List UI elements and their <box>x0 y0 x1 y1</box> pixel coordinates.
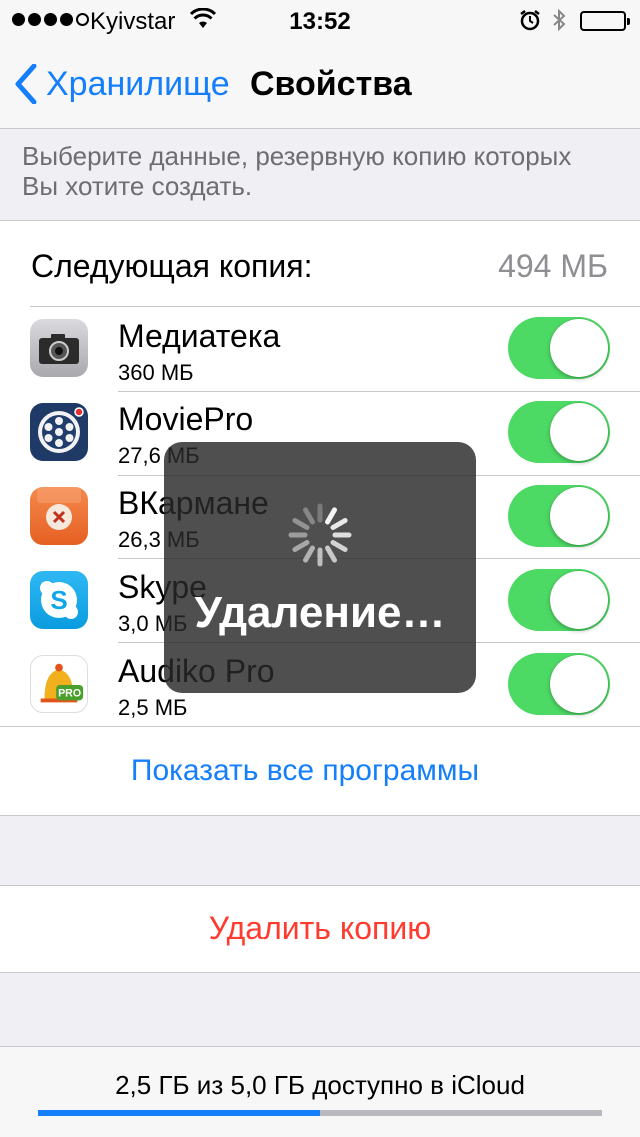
chevron-left-icon <box>15 64 37 104</box>
app-size: 2,5 МБ <box>118 695 188 720</box>
alarm-icon <box>519 9 541 38</box>
vkarmane-icon <box>30 487 88 545</box>
status-bar: Kyivstar 13:52 <box>0 0 640 40</box>
clock: 13:52 <box>289 8 351 35</box>
next-backup-label: Следующая копия: <box>31 248 313 284</box>
spinner-spoke <box>292 540 310 552</box>
camera-icon <box>30 319 88 377</box>
hud-message: Удаление… <box>194 588 446 637</box>
backup-toggle[interactable] <box>508 653 610 715</box>
next-backup-size: 494 МБ <box>498 248 608 284</box>
row-separator <box>0 726 640 727</box>
spinner-spoke <box>330 540 348 552</box>
bluetooth-icon <box>551 8 567 39</box>
spinner-spoke <box>325 507 337 525</box>
app-name: Медиатека <box>118 318 281 354</box>
spinner-spoke <box>330 518 348 530</box>
moviepro-icon <box>30 403 88 461</box>
show-all-apps-link[interactable]: Показать все программы <box>0 754 610 788</box>
spinner-spoke <box>325 545 337 563</box>
row-separator <box>30 306 640 307</box>
row-separator <box>118 391 640 392</box>
section-hint: Выберите данные, резервную копию которых… <box>22 141 572 201</box>
delete-backup-button[interactable]: Удалить копию <box>0 910 640 947</box>
spinner-icon <box>288 503 352 567</box>
spinner-spoke <box>292 518 310 530</box>
back-label: Хранилище <box>46 64 230 103</box>
backup-toggle[interactable] <box>508 569 610 631</box>
svg-text:PRO: PRO <box>58 688 81 700</box>
backup-toggle[interactable] <box>508 485 610 547</box>
skype-icon: S <box>30 571 88 629</box>
spinner-spoke <box>303 507 315 525</box>
back-button[interactable]: Хранилище <box>14 64 230 104</box>
app-name: MoviePro <box>118 401 254 437</box>
storage-progress-bar <box>38 1110 602 1116</box>
svg-text:S: S <box>50 585 67 615</box>
battery-icon <box>580 11 630 31</box>
backup-toggle[interactable] <box>508 401 610 463</box>
navigation-bar: Kyivstar 13:52 Хранилище Свойства <box>0 0 640 129</box>
app-size: 360 МБ <box>118 360 194 385</box>
backup-toggle[interactable] <box>508 317 610 379</box>
spinner-spoke <box>303 545 315 563</box>
storage-progress-fill <box>38 1110 320 1116</box>
storage-available-text: 2,5 ГБ из 5,0 ГБ доступно в iCloud <box>115 1070 525 1100</box>
audiko-icon: PRO <box>30 655 88 713</box>
page-title: Свойства <box>250 65 412 103</box>
